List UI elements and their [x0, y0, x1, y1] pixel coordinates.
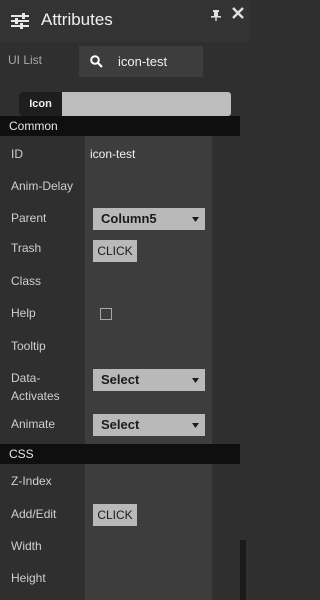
row-anim-delay: Anim-Delay: [0, 173, 240, 204]
search-value: icon-test: [118, 54, 168, 69]
section-title-css: CSS: [9, 447, 34, 461]
parent-cell: Column5: [85, 204, 212, 235]
animate-select-value: Select: [101, 417, 140, 432]
label-animate: Animate: [11, 417, 56, 431]
class-field[interactable]: [85, 266, 212, 297]
help-cell: [85, 297, 212, 329]
height-field[interactable]: [85, 562, 212, 600]
animate-cell: Select: [85, 406, 212, 444]
data-activates-cell: Select: [85, 361, 212, 406]
add-edit-cell: CLICK: [85, 498, 212, 530]
scrollbar-track[interactable]: [240, 116, 250, 600]
label-class: Class: [11, 274, 42, 288]
row-data-activates: Data- Activates Select: [0, 361, 240, 406]
scrollbar-thumb[interactable]: [240, 540, 246, 600]
trash-click-button[interactable]: CLICK: [93, 240, 137, 262]
row-help: Help: [0, 297, 240, 329]
label-add-edit: Add/Edit: [11, 507, 57, 521]
add-edit-click-button[interactable]: CLICK: [93, 504, 137, 526]
animate-select[interactable]: Select: [93, 414, 205, 436]
chevron-down-icon: [192, 378, 199, 383]
row-id: ID icon-test: [0, 136, 240, 173]
parent-select[interactable]: Column5: [93, 208, 205, 230]
ui-list-label: UI List: [8, 53, 43, 67]
label-anim-delay: Anim-Delay: [11, 179, 74, 193]
label-parent: Parent: [11, 211, 47, 225]
id-field[interactable]: icon-test: [85, 136, 212, 173]
tab-icon[interactable]: Icon: [19, 92, 62, 116]
chevron-down-icon: [192, 423, 199, 428]
search-input[interactable]: icon-test: [79, 46, 203, 77]
row-add-edit: Add/Edit CLICK: [0, 498, 240, 530]
label-z-index: Z-Index: [11, 474, 52, 488]
pin-icon[interactable]: [209, 9, 221, 21]
label-height: Height: [11, 571, 46, 585]
panel-titlebar: Attributes: [0, 0, 250, 42]
help-checkbox[interactable]: [100, 308, 112, 320]
section-title-common: Common: [9, 119, 58, 133]
data-activates-select-value: Select: [101, 372, 140, 387]
label-trash: Trash: [11, 241, 42, 255]
data-activates-select[interactable]: Select: [93, 369, 205, 391]
label-id: ID: [11, 147, 23, 161]
trash-cell: CLICK: [85, 235, 212, 266]
id-value: icon-test: [90, 147, 136, 161]
label-tooltip: Tooltip: [11, 339, 46, 353]
row-z-index: Z-Index: [0, 464, 240, 498]
tab-strip: Icon: [19, 92, 231, 116]
row-height: Height: [0, 562, 240, 600]
sliders-icon[interactable]: [11, 13, 29, 29]
search-icon: [90, 55, 103, 68]
anim-delay-field[interactable]: [85, 173, 212, 204]
parent-select-value: Column5: [101, 211, 157, 226]
width-field[interactable]: [85, 530, 212, 562]
label-width: Width: [11, 539, 42, 553]
label-help: Help: [11, 306, 36, 320]
panel-title: Attributes: [41, 10, 113, 29]
z-index-field[interactable]: [85, 464, 212, 498]
row-parent: Parent Column5: [0, 204, 240, 235]
row-tooltip: Tooltip: [0, 329, 240, 361]
label-data-activates-2: Activates: [11, 389, 60, 403]
row-width: Width: [0, 530, 240, 562]
section-header-common[interactable]: Common: [0, 116, 240, 136]
chevron-down-icon: [192, 217, 199, 222]
row-animate: Animate Select: [0, 406, 240, 444]
label-data-activates-1: Data-: [11, 371, 41, 385]
row-class: Class: [0, 266, 240, 297]
section-header-css[interactable]: CSS: [0, 444, 240, 464]
tooltip-field[interactable]: [85, 329, 212, 361]
row-trash: Trash CLICK: [0, 235, 240, 266]
close-icon[interactable]: [232, 7, 244, 19]
